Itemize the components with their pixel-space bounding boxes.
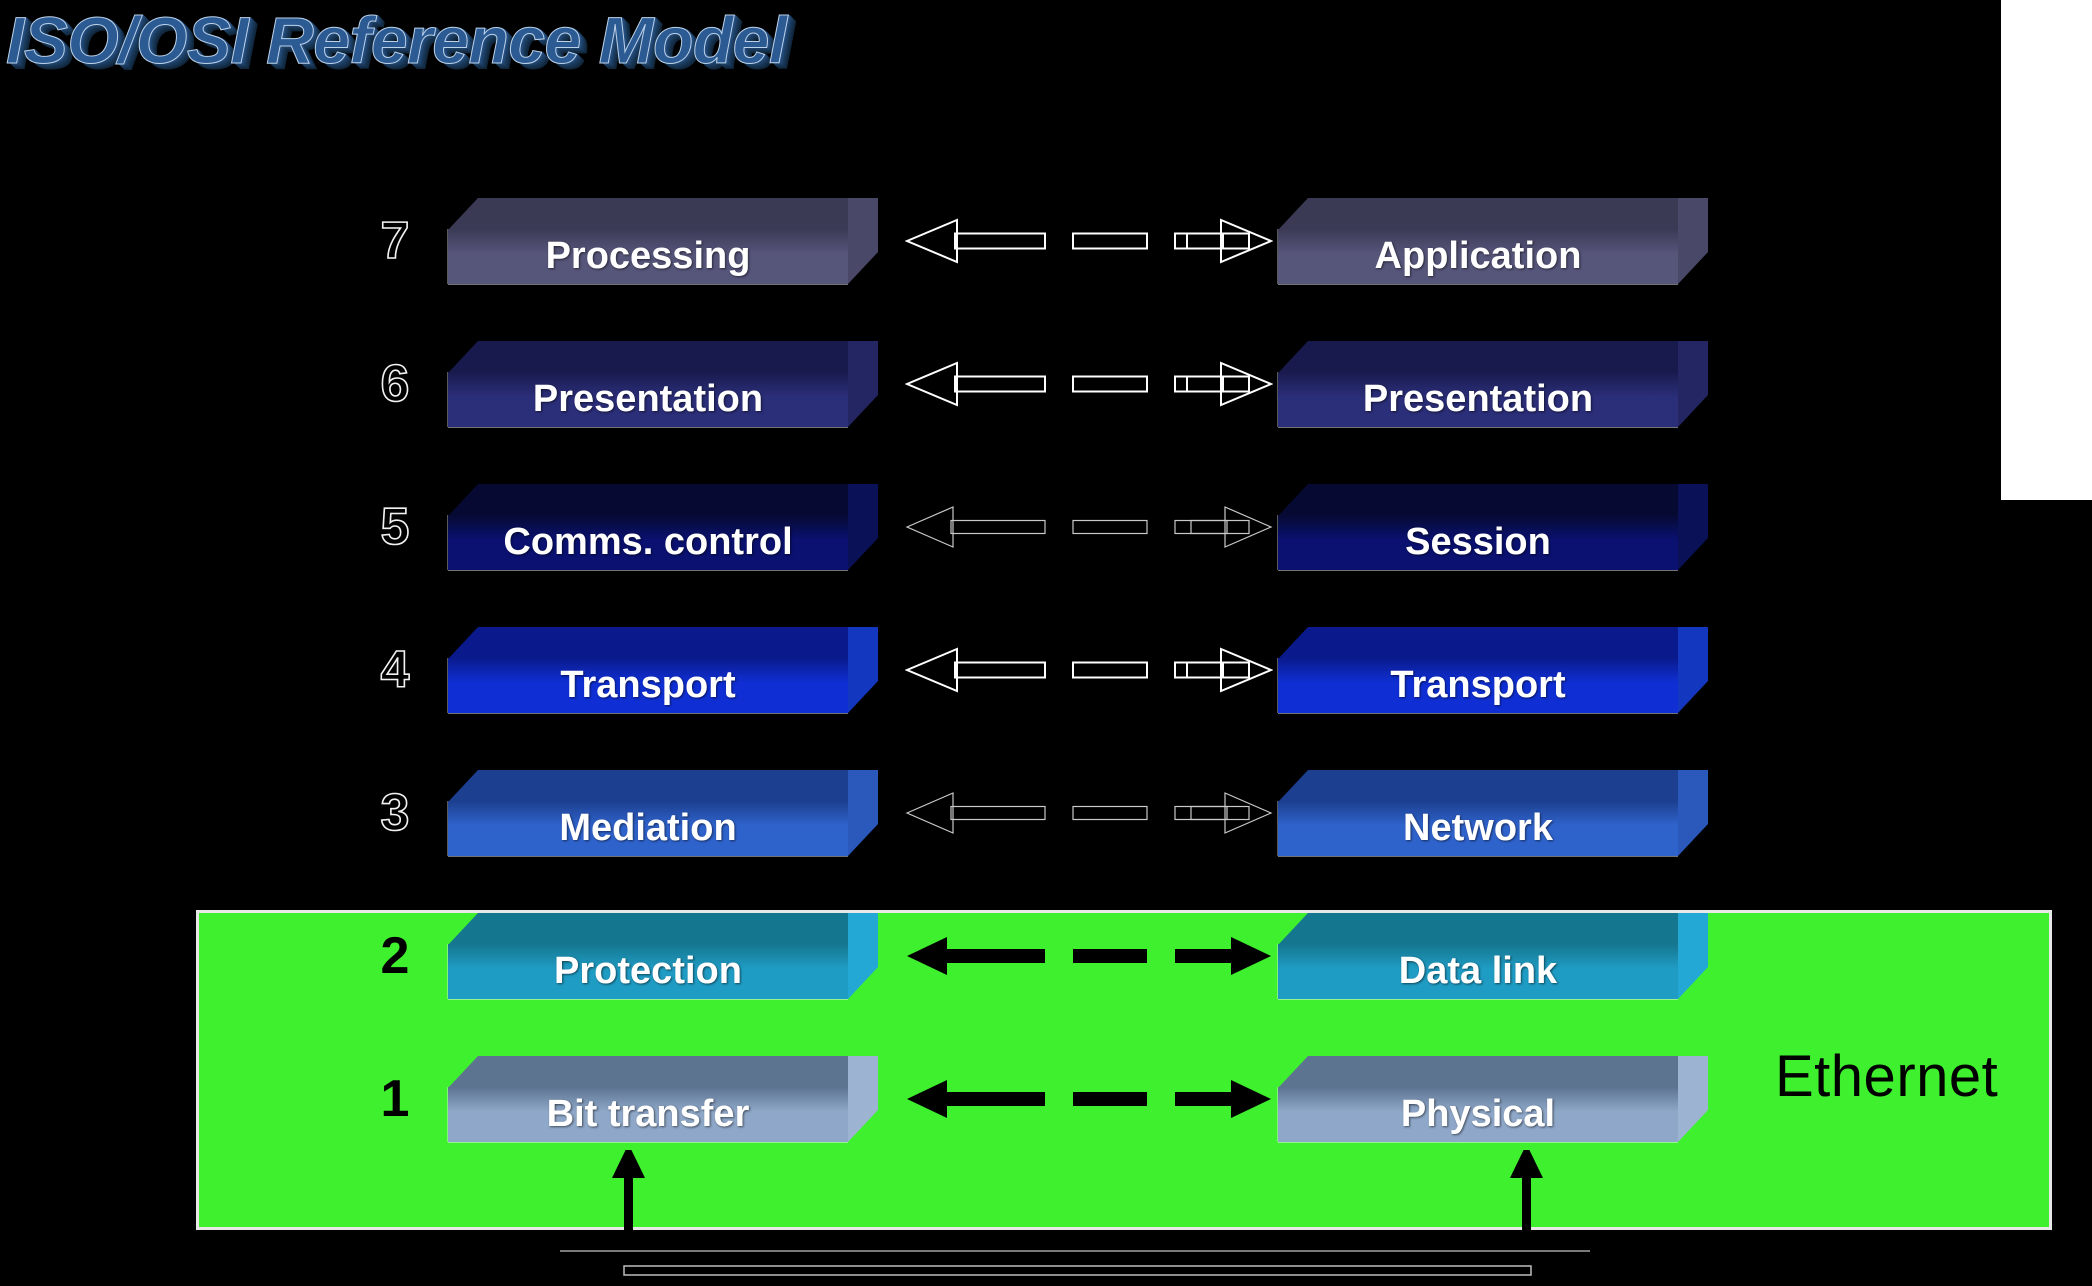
slab-side-face [1678, 913, 1708, 999]
layer-box-right[interactable]: Network [1278, 770, 1708, 856]
slab-top-face [448, 484, 878, 516]
right-up-arrow [1510, 1150, 1543, 1274]
peer-protocol-arrow [905, 933, 1273, 979]
layer-name-right: Data link [1398, 950, 1558, 992]
osi-layer-row: 5 Comms. control Session [0, 468, 2092, 586]
slab-top-face [448, 1056, 878, 1088]
osi-layer-row: 7 Processing Application [0, 182, 2092, 300]
layer-number: 2 [380, 927, 410, 985]
layer-name-left: Bit transfer [546, 1093, 750, 1135]
layer-name-right: Transport [1390, 664, 1566, 706]
slab-top-face [1278, 627, 1708, 659]
layer-box-right[interactable]: Presentation [1278, 341, 1708, 427]
layer-number: 6 [380, 354, 411, 414]
slab-top-face [1278, 341, 1708, 373]
layer-number: 7 [380, 211, 411, 271]
slab-top-face [1278, 913, 1708, 945]
layer-name-left: Processing [545, 235, 751, 277]
layer-number: 5 [380, 497, 411, 557]
layer-box-left[interactable]: Processing [448, 198, 878, 284]
layer-name-right: Application [1374, 235, 1582, 277]
peer-protocol-arrow [905, 647, 1273, 693]
slab-side-face [848, 341, 878, 427]
slab-side-face [848, 770, 878, 856]
slab-side-face [848, 913, 878, 999]
osi-layer-row: 2 Protection Data link [0, 897, 2092, 1015]
slab-top-face [1278, 770, 1708, 802]
layer-box-left[interactable]: Transport [448, 627, 878, 713]
layer-name-left: Transport [560, 664, 736, 706]
layer-name-left: Presentation [532, 378, 764, 420]
slab-side-face [1678, 1056, 1708, 1142]
peer-protocol-arrow [905, 790, 1273, 836]
layer-box-left[interactable]: Comms. control [448, 484, 878, 570]
layer-peer-arrow [905, 647, 1273, 693]
peer-protocol-arrow [905, 1076, 1273, 1122]
layer-box-right[interactable]: Transport [1278, 627, 1708, 713]
layer-box-right[interactable]: Data link [1278, 913, 1708, 999]
slab-side-face [1678, 341, 1708, 427]
slab-side-face [848, 627, 878, 713]
bottom-link-bar [560, 1250, 1590, 1276]
left-up-arrow [612, 1150, 645, 1274]
layer-name-right: Network [1403, 807, 1553, 849]
layer-name-right: Session [1405, 521, 1551, 563]
layer-name-left: Comms. control [503, 521, 793, 563]
slab-side-face [848, 484, 878, 570]
slab-top-face [448, 341, 878, 373]
layer-peer-arrow [907, 937, 1271, 975]
slab-top-face [448, 913, 878, 945]
layer-number: 4 [380, 640, 411, 700]
layer-peer-arrow [905, 506, 1273, 548]
layer-number: 3 [380, 783, 411, 843]
slab-side-face [848, 1056, 878, 1142]
slab-top-face [448, 627, 878, 659]
slab-side-face [1678, 198, 1708, 284]
layer-box-left[interactable]: Bit transfer [448, 1056, 878, 1142]
layer-box-right[interactable]: Application [1278, 198, 1708, 284]
layer-box-left[interactable]: Presentation [448, 341, 878, 427]
slab-side-face [848, 198, 878, 284]
peer-protocol-arrow [905, 361, 1273, 407]
layer-name-left: Mediation [559, 807, 737, 849]
osi-layer-row: 1 Bit transfer Physical [0, 1040, 2092, 1158]
layer-peer-arrow [905, 361, 1273, 407]
layer-name-left: Protection [554, 950, 742, 992]
slab-side-face [1678, 770, 1708, 856]
layer-box-right[interactable]: Session [1278, 484, 1708, 570]
osi-layer-row: 6 Presentation Presentation [0, 325, 2092, 443]
layer-peer-arrow [905, 792, 1273, 834]
slab-side-face [1678, 484, 1708, 570]
slab-top-face [448, 770, 878, 802]
layer-number: 1 [380, 1070, 410, 1128]
slab-side-face [1678, 627, 1708, 713]
slab-top-face [1278, 484, 1708, 516]
layer-box-left[interactable]: Mediation [448, 770, 878, 856]
slab-top-face [1278, 198, 1708, 230]
layer-name-right: Physical [1400, 1093, 1556, 1135]
peer-protocol-arrow [905, 218, 1273, 264]
layer-box-left[interactable]: Protection [448, 913, 878, 999]
osi-layer-row: 4 Transport Transport [0, 611, 2092, 729]
physical-medium-connector [560, 1150, 1590, 1286]
layer-peer-arrow [907, 1080, 1271, 1118]
slab-top-face [1278, 1056, 1708, 1088]
slab-top-face [448, 198, 878, 230]
layer-name-right: Presentation [1362, 378, 1594, 420]
layer-box-right[interactable]: Physical [1278, 1056, 1708, 1142]
peer-protocol-arrow [905, 504, 1273, 550]
slide-canvas: Ethernet ISO/OSI Reference Model 7 Proces… [0, 0, 2092, 1286]
osi-layer-row: 3 Mediation Network [0, 754, 2092, 872]
page-title: ISO/OSI Reference Model [6, 3, 788, 78]
layer-peer-arrow [905, 218, 1273, 264]
